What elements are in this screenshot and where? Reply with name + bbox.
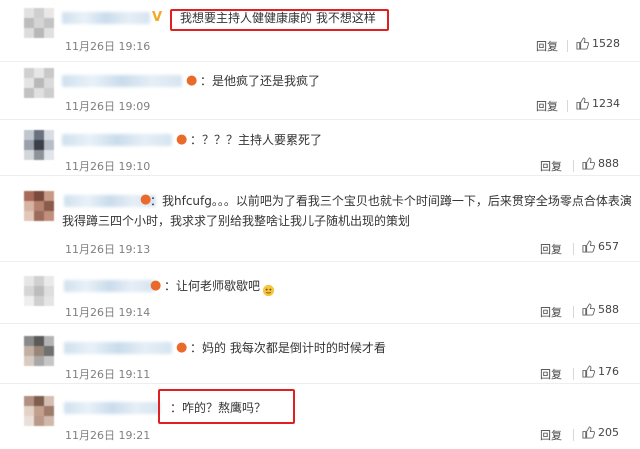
thumb-up-icon [582, 303, 595, 316]
comment-time: 11月26日 19:21 [65, 429, 151, 442]
emoji-icon [262, 280, 275, 299]
avatar[interactable] [24, 8, 54, 38]
reply-button[interactable]: 回复 [540, 427, 562, 443]
comment-item: ● ：妈的 我每次都是倒计时的时候才看 11月26日 19:11 回复 176 [0, 324, 640, 384]
like-count: 657 [598, 240, 619, 253]
like-count: 888 [598, 157, 619, 170]
comment-time: 11月26日 19:11 [65, 368, 151, 381]
like-count: 1528 [592, 37, 620, 50]
comment-item: ● ：是他疯了还是我疯了 11月26日 19:09 回复 1234 [0, 62, 640, 120]
comment-time: 11月26日 19:14 [65, 306, 151, 319]
divider [567, 40, 568, 52]
verified-badge-icon: V [152, 10, 163, 25]
comment-text: ：是他疯了还是我疯了 [200, 74, 321, 88]
member-badge-icon: ● [150, 278, 162, 293]
reply-button[interactable]: 回复 [536, 98, 558, 114]
reply-button[interactable]: 回复 [540, 158, 562, 174]
comment-text: ：妈的 我每次都是倒计时的时候才看 [190, 341, 386, 355]
member-badge-icon: ● [176, 340, 188, 355]
member-badge-icon: ● [176, 132, 188, 147]
thumb-up-icon [576, 97, 589, 110]
comment-item: ● ：？？？主持人要累死了 11月26日 19:10 回复 888 [0, 120, 640, 176]
username-blurred[interactable] [62, 75, 182, 87]
reply-button[interactable]: 回复 [540, 304, 562, 320]
thumb-up-icon [582, 426, 595, 439]
like-button[interactable]: 657 [582, 240, 619, 253]
avatar[interactable] [24, 130, 54, 160]
divider [573, 368, 574, 380]
divider [573, 160, 574, 172]
thumb-up-icon [582, 365, 595, 378]
divider [567, 100, 568, 112]
like-button[interactable]: 176 [582, 365, 619, 378]
like-count: 1234 [592, 97, 620, 110]
comment-time: 11月26日 19:10 [65, 160, 151, 173]
username-blurred[interactable] [64, 280, 154, 292]
comment-time: 11月26日 19:16 [65, 40, 151, 53]
reply-button[interactable]: 回复 [536, 38, 558, 54]
comment-item: ● ：让何老师歇歇吧 11月26日 19:14 回复 588 [0, 262, 640, 324]
highlight-box [170, 9, 389, 31]
username-blurred[interactable] [64, 342, 172, 354]
like-button[interactable]: 205 [582, 426, 619, 439]
comment-text: ：？？？主持人要累死了 [190, 133, 323, 147]
like-count: 588 [598, 303, 619, 316]
avatar[interactable] [24, 68, 54, 98]
like-button[interactable]: 588 [582, 303, 619, 316]
avatar[interactable] [24, 336, 54, 366]
reply-button[interactable]: 回复 [540, 366, 562, 382]
comment-item: V ：我想要主持人健健康康的 我不想这样 11月26日 19:16 回复 152… [0, 0, 640, 62]
like-button[interactable]: 1528 [576, 37, 620, 50]
like-button[interactable]: 1234 [576, 97, 620, 110]
like-button[interactable]: 888 [582, 157, 619, 170]
divider [573, 243, 574, 255]
comment-time: 11月26日 19:13 [65, 243, 151, 256]
highlight-box [158, 389, 295, 424]
divider [573, 306, 574, 318]
avatar[interactable] [24, 396, 54, 426]
comment-text: ：让何老师歇歇吧 [164, 279, 261, 293]
avatar[interactable] [24, 276, 54, 306]
username-blurred[interactable] [64, 402, 160, 414]
reply-button[interactable]: 回复 [540, 241, 562, 257]
comment-text: ：我hfcufg。。。以前吧为了看我三个宝贝也就卡个时间蹲一下，后来贯穿全场零点… [62, 194, 632, 228]
comment-time: 11月26日 19:09 [65, 100, 151, 113]
thumb-up-icon [582, 157, 595, 170]
like-count: 205 [598, 426, 619, 439]
comment-item: ：咋的？熬鹰吗？ 11月26日 19:21 回复 205 [0, 384, 640, 449]
avatar[interactable] [24, 191, 54, 221]
divider [573, 429, 574, 441]
member-badge-icon: ● [186, 73, 198, 88]
like-count: 176 [598, 365, 619, 378]
thumb-up-icon [576, 37, 589, 50]
comment-list: V ：我想要主持人健健康康的 我不想这样 11月26日 19:16 回复 152… [0, 0, 640, 449]
comment-item: ● ：我hfcufg。。。以前吧为了看我三个宝贝也就卡个时间蹲一下，后来贯穿全场… [0, 176, 640, 262]
thumb-up-icon [582, 240, 595, 253]
username-blurred[interactable] [62, 12, 150, 24]
username-blurred[interactable] [62, 134, 172, 146]
